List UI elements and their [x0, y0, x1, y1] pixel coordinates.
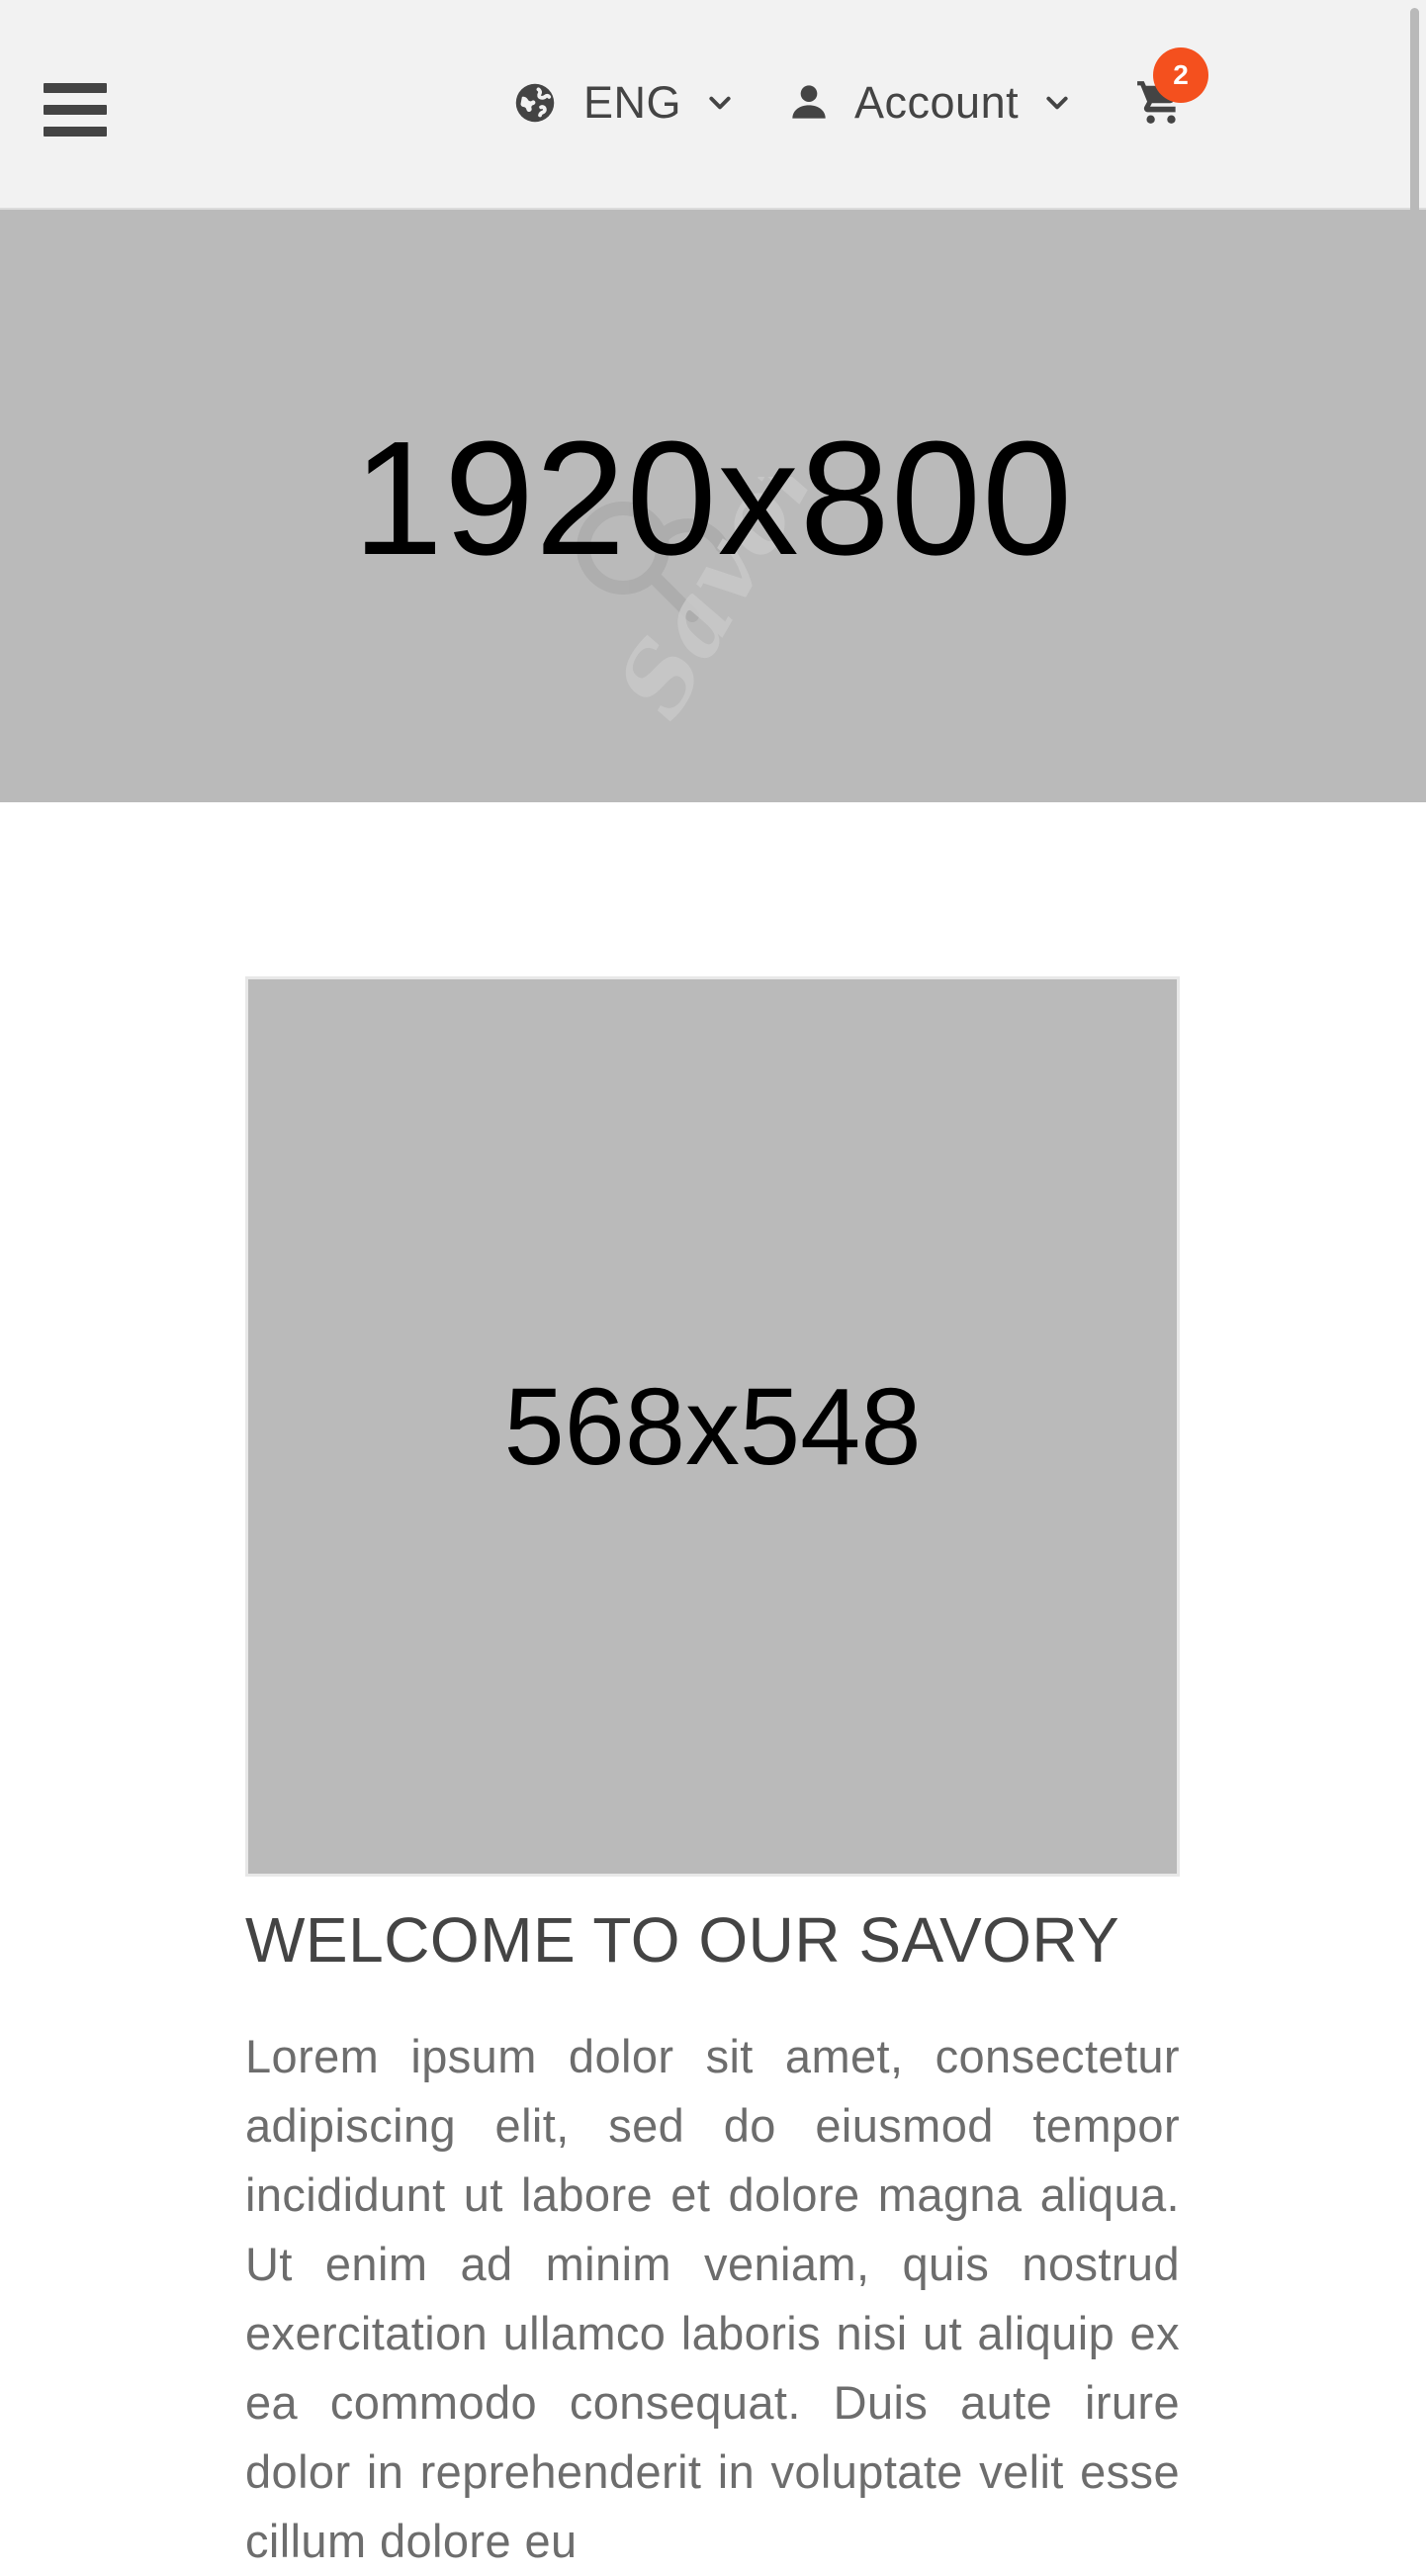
account-menu[interactable]: Account — [789, 69, 1070, 137]
welcome-title: WELCOME TO OUR SAVORY — [245, 1904, 1120, 1976]
chevron-down-icon — [1044, 90, 1070, 116]
globe-icon — [514, 82, 556, 124]
hero-banner: Savory 1920x800 — [0, 210, 1426, 802]
site-header: ENG Account 2 — [0, 0, 1426, 210]
account-label: Account — [854, 77, 1020, 128]
user-icon — [789, 82, 831, 124]
language-label: ENG — [583, 77, 682, 128]
chevron-down-icon — [707, 90, 733, 116]
welcome-image: 568x548 — [245, 976, 1180, 1877]
cart-count-badge: 2 — [1153, 47, 1208, 103]
welcome-image-placeholder-text: 568x548 — [503, 1366, 922, 1488]
welcome-body-text: Lorem ipsum dolor sit amet, consectetur … — [245, 2030, 1180, 2567]
hero-placeholder-text: 1920x800 — [352, 408, 1074, 589]
hamburger-menu-icon[interactable] — [44, 81, 107, 138]
language-selector[interactable]: ENG — [514, 69, 733, 137]
